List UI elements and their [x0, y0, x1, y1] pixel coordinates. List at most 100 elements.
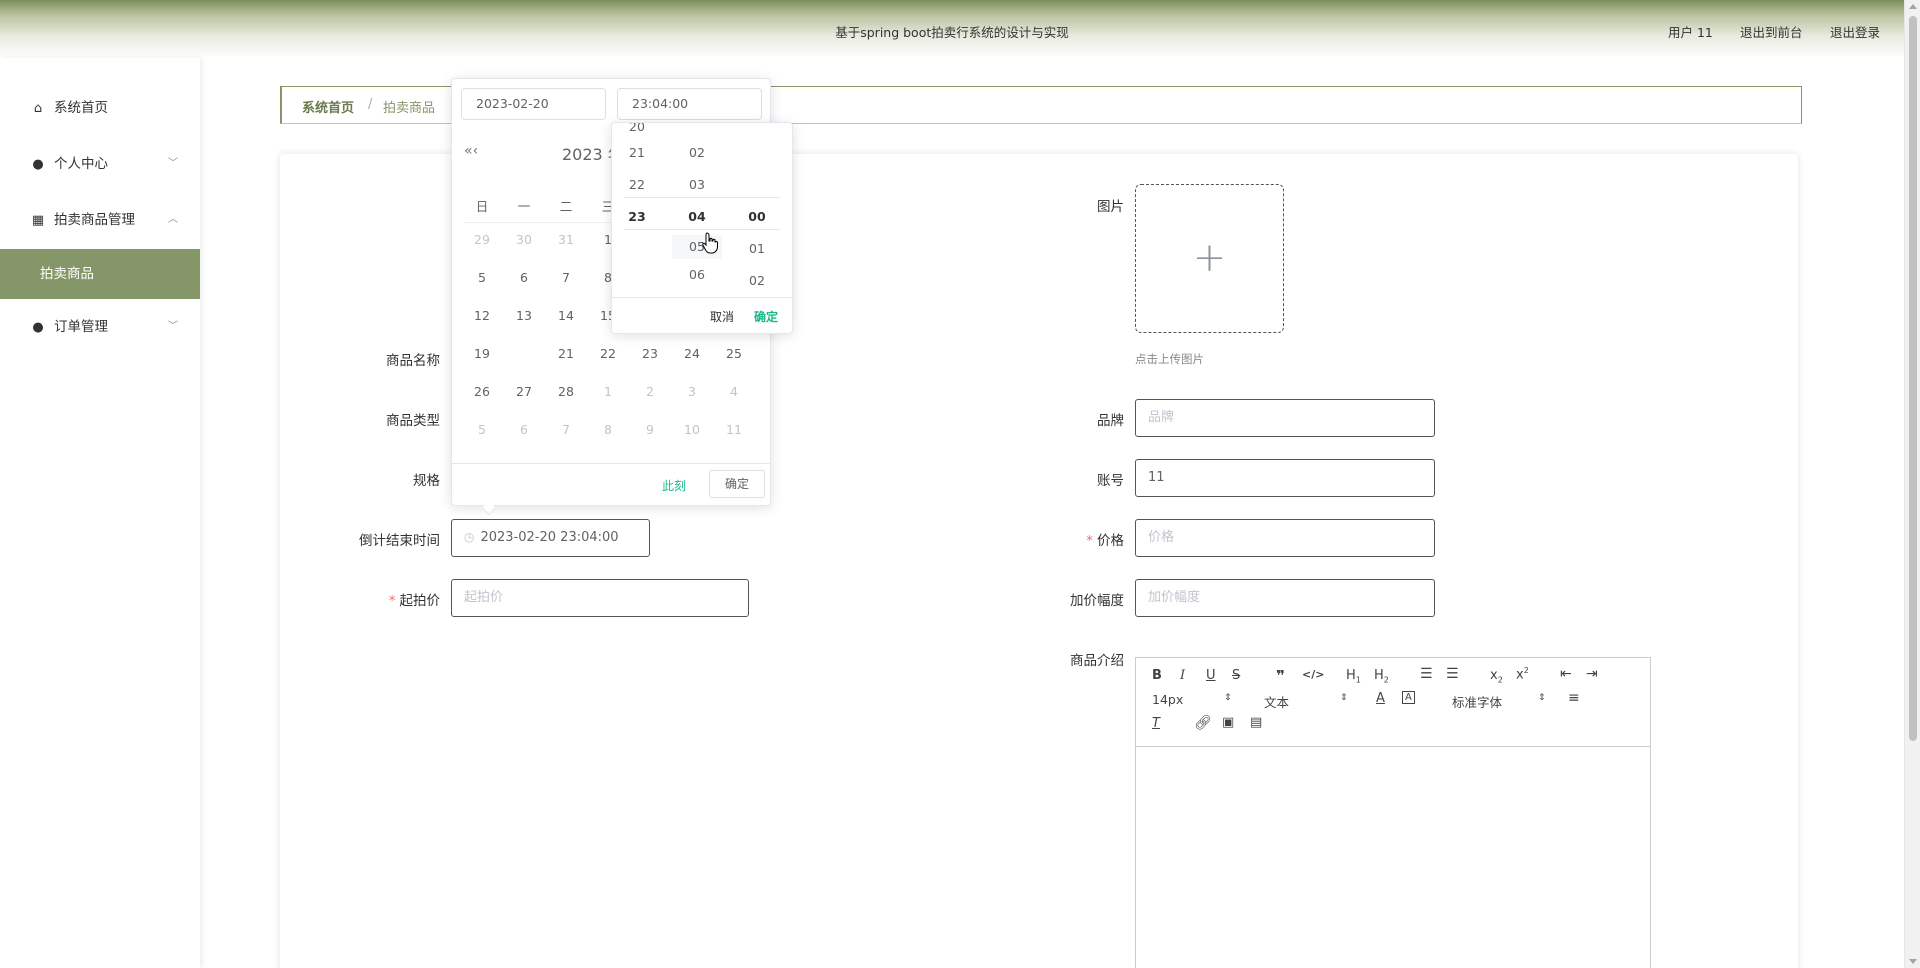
weekday-header: 一	[517, 199, 531, 214]
calendar-day[interactable]: 10	[677, 422, 707, 437]
calendar-day[interactable]: 12	[467, 308, 497, 323]
prev-year-icon[interactable]: «‹	[464, 143, 478, 159]
superscript-icon[interactable]: x2	[1516, 666, 1529, 682]
confirm-button[interactable]: 确定	[709, 470, 765, 498]
goods-type-label: 商品类型	[386, 413, 440, 429]
quote-icon[interactable]: ❞	[1276, 667, 1285, 685]
updown-icon: ⇕	[1224, 693, 1232, 703]
minute-option-selected[interactable]: 04	[672, 209, 722, 224]
calendar-day[interactable]: 9	[635, 422, 665, 437]
hour-option[interactable]: 21	[612, 145, 662, 160]
calendar-day-today[interactable]: 20	[509, 341, 539, 365]
calendar-day[interactable]: 5	[467, 422, 497, 437]
second-option-selected[interactable]: 00	[732, 209, 782, 224]
outdent-icon[interactable]: ⇤	[1560, 666, 1572, 682]
calendar-day[interactable]: 28	[551, 384, 581, 399]
background-color-icon[interactable]: A	[1402, 691, 1415, 704]
minute-option[interactable]: 02	[672, 145, 722, 160]
hour-option[interactable]: 20	[612, 123, 662, 134]
subscript-icon[interactable]: x2	[1490, 668, 1503, 685]
calendar-day[interactable]: 13	[509, 308, 539, 323]
sidebar-item-auction-management[interactable]: ▦ 拍卖商品管理 ︿	[0, 195, 200, 245]
exit-to-front-link[interactable]: 退出到前台	[1740, 22, 1803, 41]
calendar-day[interactable]: 11	[719, 422, 749, 437]
image-uploader[interactable]: +	[1135, 184, 1284, 333]
scrollbar-thumb[interactable]	[1909, 16, 1917, 741]
calendar-day[interactable]: 22	[593, 346, 623, 361]
hour-option[interactable]: 22	[612, 177, 662, 192]
calendar-day[interactable]: 23	[635, 346, 665, 361]
calendar-day[interactable]: 6	[509, 422, 539, 437]
sidebar-item-personal[interactable]: ● 个人中心 ﹀	[0, 139, 200, 189]
time-cancel-button[interactable]: 取消	[710, 308, 734, 325]
calendar-day[interactable]: 8	[593, 422, 623, 437]
breadcrumb-home[interactable]: 系统首页	[302, 97, 354, 116]
ordered-list-icon[interactable]: ☰	[1420, 666, 1433, 682]
calendar-day[interactable]: 24	[677, 346, 707, 361]
bold-icon[interactable]: B	[1152, 668, 1162, 683]
minute-option[interactable]: 06	[672, 267, 722, 282]
calendar-day[interactable]: 21	[551, 346, 581, 361]
calendar-day[interactable]: 3	[677, 384, 707, 399]
app-title: 基于spring boot拍卖行系统的设计与实现	[835, 25, 1069, 40]
sidebar-item-auction-goods[interactable]: 拍卖商品	[0, 249, 200, 299]
calendar-day[interactable]: 6	[509, 270, 539, 285]
now-button[interactable]: 此刻	[662, 477, 686, 494]
logout-link[interactable]: 退出登录	[1830, 22, 1880, 41]
minute-option[interactable]: 03	[672, 177, 722, 192]
calendar-day[interactable]: 2	[635, 384, 665, 399]
font-family-value: 标准字体	[1452, 695, 1503, 710]
increment-input[interactable]: 加价幅度	[1135, 579, 1435, 617]
start-price-input[interactable]: 起拍价	[451, 579, 749, 617]
second-option[interactable]: 02	[732, 273, 782, 288]
account-input[interactable]: 11	[1135, 459, 1435, 497]
align-icon[interactable]: ≡	[1568, 690, 1580, 706]
heading-select[interactable]: 文本 ⇕	[1264, 692, 1348, 711]
h1-icon[interactable]: H1	[1346, 668, 1361, 685]
font-size-select[interactable]: 14px ⇕	[1152, 692, 1234, 707]
calendar-day[interactable]: 7	[551, 270, 581, 285]
sidebar-item-home[interactable]: ⌂ 系统首页	[0, 83, 200, 133]
calendar-day[interactable]: 29	[467, 232, 497, 247]
calendar-day[interactable]: 19	[467, 346, 497, 361]
time-confirm-button[interactable]: 确定	[754, 308, 778, 325]
scroll-down-icon[interactable]	[1909, 959, 1917, 964]
bullet-list-icon[interactable]: ☰	[1446, 666, 1459, 682]
picker-time-input[interactable]: 23:04:00	[617, 88, 762, 120]
increment-label: 加价幅度	[1070, 593, 1124, 609]
font-family-select[interactable]: 标准字体 ⇕	[1452, 692, 1546, 711]
hour-option-selected[interactable]: 23	[612, 209, 662, 224]
calendar-day[interactable]: 25	[719, 346, 749, 361]
calendar-day[interactable]: 27	[509, 384, 539, 399]
strike-icon[interactable]: S	[1232, 668, 1240, 683]
calendar-day[interactable]: 5	[467, 270, 497, 285]
scroll-up-icon[interactable]	[1909, 4, 1917, 9]
calendar-day[interactable]: 4	[719, 384, 749, 399]
video-icon[interactable]: ▤	[1250, 715, 1262, 730]
second-option[interactable]: 01	[732, 241, 782, 256]
selection-line	[624, 197, 780, 198]
link-icon[interactable]: 🔗︎	[1194, 715, 1212, 731]
picker-date-input[interactable]: 2023-02-20	[461, 88, 606, 120]
calendar-day[interactable]: 31	[551, 232, 581, 247]
italic-icon[interactable]: I	[1180, 668, 1185, 683]
calendar-day[interactable]: 26	[467, 384, 497, 399]
h2-icon[interactable]: H2	[1374, 668, 1389, 685]
calendar-day[interactable]: 1	[593, 384, 623, 399]
underline-icon[interactable]: U	[1206, 668, 1216, 683]
image-icon[interactable]: ▣	[1222, 715, 1234, 730]
font-color-icon[interactable]: A	[1376, 691, 1385, 706]
calendar-day[interactable]: 7	[551, 422, 581, 437]
vertical-scrollbar[interactable]	[1904, 0, 1920, 968]
indent-icon[interactable]: ⇥	[1586, 666, 1598, 682]
brand-input[interactable]: 品牌	[1135, 399, 1435, 437]
code-icon[interactable]: </>	[1302, 668, 1324, 681]
calendar-day[interactable]: 14	[551, 308, 581, 323]
price-input[interactable]: 价格	[1135, 519, 1435, 557]
calendar-day[interactable]: 30	[509, 232, 539, 247]
sidebar-item-orders[interactable]: ● 订单管理 ﹀	[0, 302, 200, 352]
rich-text-editor: B I U S ❞ </> H1 H2 ☰ ☰ x2 x2 ⇤ ⇥ 14px ⇕ …	[1135, 657, 1651, 968]
countdown-end-input[interactable]: ◷ 2023-02-20 23:04:00	[451, 519, 650, 557]
user-link[interactable]: 用户 11	[1668, 22, 1713, 41]
clear-format-icon[interactable]: T	[1152, 716, 1160, 731]
